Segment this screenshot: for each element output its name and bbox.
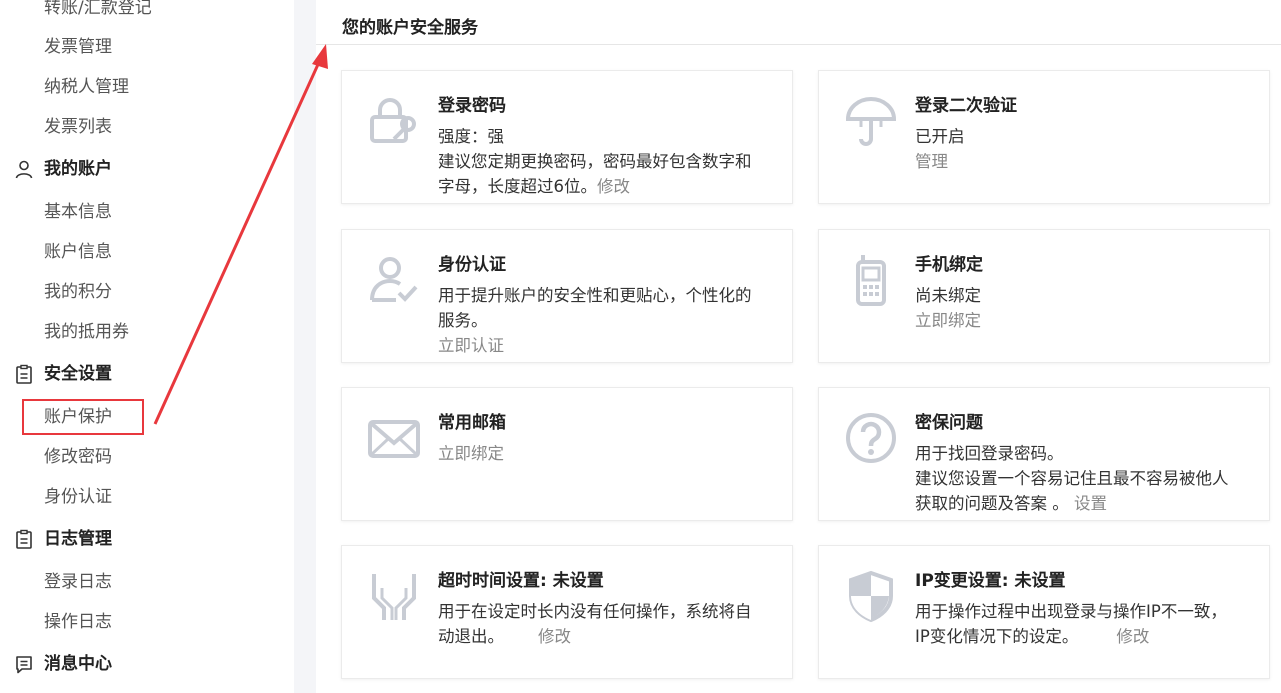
card-description: IP变化情况下的设定。 [915,627,1079,646]
manage-two-factor-link[interactable]: 管理 [915,149,1260,174]
card-body: 强度：强 建议您定期更换密码，密码最好包含数字和 字母，长度超过6位。修改 [438,124,783,199]
page-title: 您的账户安全服务 [342,18,478,38]
card-title: IP变更设置: 未设置 [915,571,1066,591]
card-description: 动退出。 [438,627,504,646]
card-title: 常用邮箱 [438,413,506,433]
card-timeout-setting: 超时时间设置: 未设置 用于在设定时长内没有任何操作，系统将自 动退出。 修改 [341,545,793,679]
two-factor-status: 已开启 [915,127,965,146]
branch-arrows-icon [366,568,422,624]
card-body: 尚未绑定 立即绑定 [915,283,1260,333]
card-description: 用于找回登录密码。 [915,444,1064,463]
sidebar-group-label: 消息中心 [44,654,112,674]
card-body: 用于找回登录密码。 建议您设置一个容易记住且最不容易被他人 获取的问题及答案 。… [915,441,1260,516]
sidebar-item-my-vouchers[interactable]: 我的抵用券 [44,321,129,343]
card-phone-binding: 手机绑定 尚未绑定 立即绑定 [818,229,1270,363]
bind-phone-link[interactable]: 立即绑定 [915,308,1260,333]
card-description: 用于提升账户的安全性和更贴心，个性化的 [438,286,752,305]
card-title: 身份认证 [438,255,506,275]
sidebar-group-label: 安全设置 [44,364,112,384]
card-identity-verification: 身份认证 用于提升账户的安全性和更贴心，个性化的 服务。 立即认证 [341,229,793,363]
clipboard-icon [14,529,34,549]
sidebar-item-basic-info[interactable]: 基本信息 [44,201,112,223]
modify-ip-setting-link[interactable]: 修改 [1116,627,1149,646]
card-two-factor-auth: 登录二次验证 已开启 管理 [818,70,1270,204]
card-ip-change-setting: IP变更设置: 未设置 用于操作过程中出现登录与操作IP不一致， IP变化情况下… [818,545,1270,679]
card-email: 常用邮箱 立即绑定 [341,387,793,521]
sidebar-group-message-center[interactable]: 消息中心 [14,653,112,675]
sidebar-group-my-account[interactable]: 我的账户 [14,158,112,180]
user-icon [14,159,34,179]
message-icon [14,654,34,674]
sidebar-item-taxpayer-management[interactable]: 纳税人管理 [44,76,129,98]
card-description: 获取的问题及答案 。 [915,494,1069,513]
title-divider [316,44,1281,45]
card-login-password: 登录密码 强度：强 建议您定期更换密码，密码最好包含数字和 字母，长度超过6位。… [341,70,793,204]
modify-timeout-link[interactable]: 修改 [538,627,571,646]
sidebar-item-login-log[interactable]: 登录日志 [44,571,112,593]
sidebar-item-account-info[interactable]: 账户信息 [44,241,112,263]
sidebar-item-invoice-list[interactable]: 发票列表 [44,116,112,138]
sidebar-group-security-settings[interactable]: 安全设置 [14,363,112,385]
sidebar-item-operation-log[interactable]: 操作日志 [44,611,112,633]
card-body: 用于提升账户的安全性和更贴心，个性化的 服务。 立即认证 [438,283,783,358]
user-check-icon [366,252,422,308]
sidebar-item-change-password[interactable]: 修改密码 [44,446,112,468]
sidebar-item-my-points[interactable]: 我的积分 [44,281,112,303]
envelope-icon [366,410,422,466]
clipboard-icon [14,364,34,384]
card-description: 字母，长度超过6位。 [438,177,597,196]
card-title: 超时时间设置: 未设置 [438,571,604,591]
card-title: 登录二次验证 [915,96,1017,116]
lock-key-icon [366,93,422,149]
password-strength: 强度：强 [438,127,504,146]
verify-now-link[interactable]: 立即认证 [438,333,783,358]
sidebar-group-label: 日志管理 [44,529,112,549]
card-security-question: 密保问题 用于找回登录密码。 建议您设置一个容易记住且最不容易被他人 获取的问题… [818,387,1270,521]
question-circle-icon [843,410,899,466]
sidebar-item-identity-verification[interactable]: 身份认证 [44,486,112,508]
sidebar-item-invoice-management[interactable]: 发票管理 [44,36,112,58]
card-body: 用于操作过程中出现登录与操作IP不一致， IP变化情况下的设定。 修改 [915,599,1260,649]
card-description: 建议您定期更换密码，密码最好包含数字和 [438,152,752,171]
sidebar-item-transfer-register[interactable]: 转账/汇款登记 [44,0,152,19]
card-title: 密保问题 [915,413,983,433]
annotation-highlight-box [22,399,144,435]
mobile-phone-icon [843,252,899,308]
card-body: 已开启 管理 [915,124,1260,174]
card-description: 用于在设定时长内没有任何操作，系统将自 [438,602,752,621]
umbrella-icon [843,93,899,149]
phone-status: 尚未绑定 [915,286,981,305]
card-description: 服务。 [438,311,488,330]
modify-password-link[interactable]: 修改 [597,177,630,196]
set-security-question-link[interactable]: 设置 [1074,494,1107,513]
sidebar: 转账/汇款登记 发票管理 纳税人管理 发票列表 我的账户 基本信息 账户信息 我… [0,0,294,693]
sidebar-group-log-management[interactable]: 日志管理 [14,528,112,550]
card-body: 用于在设定时长内没有任何操作，系统将自 动退出。 修改 [438,599,783,649]
security-services-panel: 您的账户安全服务 登录密码 强度：强 建议您定期更换密码，密码最好包含数字和 字… [316,0,1281,693]
card-body: 立即绑定 [438,441,783,466]
sidebar-group-label: 我的账户 [44,159,112,179]
card-title: 登录密码 [438,96,506,116]
card-description: 用于操作过程中出现登录与操作IP不一致， [915,602,1227,621]
bind-email-link[interactable]: 立即绑定 [438,441,783,466]
card-description: 建议您设置一个容易记住且最不容易被他人 [915,469,1229,488]
card-title: 手机绑定 [915,255,983,275]
shield-icon [843,568,899,624]
